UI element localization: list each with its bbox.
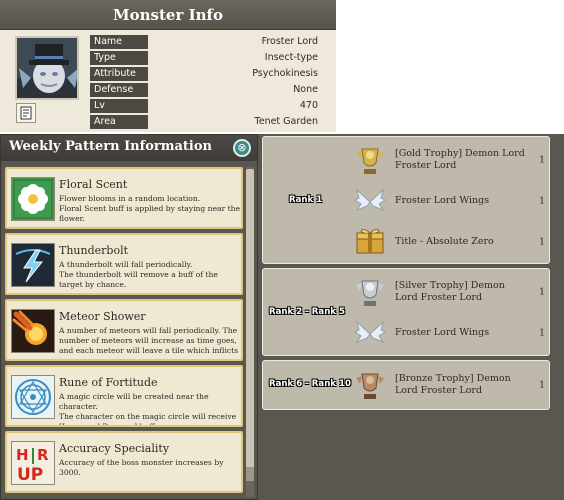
info-row-defense-type: Defense type None <box>90 83 322 109</box>
pattern-name: Meteor Shower <box>59 310 146 323</box>
pattern-item-meteor-shower[interactable]: Meteor Shower A number of meteors will f… <box>5 299 243 361</box>
pattern-description: Accuracy of the boss monster increases b… <box>59 458 224 477</box>
wings-icon <box>353 184 387 218</box>
monster-info-title: Monster Info <box>0 0 336 30</box>
reward-item[interactable]: [Silver Trophy] Demon Lord Froster Lord … <box>353 273 549 311</box>
weekly-title-bar: Weekly Pattern Information ⊗ <box>1 135 257 161</box>
info-value: 470 <box>299 100 318 111</box>
rank-group-2-5: Rank 2 - Rank 5 [Silver Trophy] Demon Lo… <box>262 268 550 356</box>
silver-trophy-icon <box>353 275 387 309</box>
rank-group-6-10: Rank 6 - Rank 10 [Bronze Trophy] Demon L… <box>262 360 550 410</box>
book-icon[interactable] <box>16 103 36 123</box>
rank-label: Rank 6 - Rank 10 <box>269 379 351 389</box>
lightning-icon <box>11 243 55 287</box>
icon-letters-up: UP <box>17 465 43 484</box>
meteor-icon <box>11 309 55 353</box>
reward-name: [Bronze Trophy] Demon Lord Froster Lord <box>395 373 511 396</box>
reward-name: [Gold Trophy] Demon Lord Froster Lord <box>395 148 525 171</box>
info-label: Defense type <box>90 83 148 109</box>
rank-group-1: Rank 1 [Gold Trophy] Demon Lord Froster … <box>262 136 550 264</box>
reward-panel: Rank 1 [Gold Trophy] Demon Lord Froster … <box>258 134 564 500</box>
hr-up-icon: H R UP <box>11 441 55 485</box>
pattern-item-floral-scent[interactable]: Floral Scent Flower blooms in a random l… <box>5 167 243 229</box>
pattern-list[interactable]: Floral Scent Flower blooms in a random l… <box>5 167 243 497</box>
info-value: Froster Lord <box>261 36 318 47</box>
reward-count: 1 <box>538 327 545 339</box>
gold-trophy-icon <box>353 143 387 177</box>
reward-item[interactable]: [Gold Trophy] Demon Lord Froster Lord 1 <box>353 141 549 179</box>
reward-name: [Silver Trophy] Demon Lord Froster Lord <box>395 280 505 303</box>
pattern-description: Flower blooms in a random location. Flor… <box>59 194 241 223</box>
bronze-trophy-icon <box>353 368 387 402</box>
gold-box-icon <box>353 225 387 259</box>
rank-label: Rank 1 <box>289 195 323 205</box>
info-row-type: Type Insect-type <box>90 51 322 66</box>
reward-item[interactable]: [Bronze Trophy] Demon Lord Froster Lord … <box>353 366 549 404</box>
reward-name: Froster Lord Wings <box>395 327 490 338</box>
pattern-scrollbar[interactable] <box>246 167 254 497</box>
reward-item[interactable]: Froster Lord Wings 1 <box>353 314 549 352</box>
flower-icon <box>11 177 55 221</box>
info-row-name: Name Froster Lord <box>90 35 322 50</box>
info-value: Psychokinesis <box>252 68 318 79</box>
rank-label: Rank 2 - Rank 5 <box>269 307 345 317</box>
scrollbar-end <box>246 467 254 481</box>
pattern-name: Floral Scent <box>59 178 128 191</box>
reward-item[interactable]: Title - Absolute Zero 1 <box>353 223 549 261</box>
reward-name: Title - Absolute Zero <box>395 236 494 247</box>
info-label: Type <box>90 51 148 65</box>
pattern-item-thunderbolt[interactable]: Thunderbolt A thunderbolt will fall peri… <box>5 233 243 295</box>
icon-letter-r: R <box>37 446 49 464</box>
info-value: Tenet Garden <box>254 116 318 127</box>
pattern-item-accuracy-speciality[interactable]: H R UP Accuracy Speciality Accuracy of t… <box>5 431 243 493</box>
reward-count: 1 <box>538 236 545 248</box>
close-icon: ⊗ <box>237 141 247 154</box>
info-label: Attribute <box>90 67 148 81</box>
info-value: Insect-type <box>264 52 318 63</box>
pattern-item-rune-of-fortitude[interactable]: Rune of Fortitude A magic circle will be… <box>5 365 243 427</box>
pattern-name: Rune of Fortitude <box>59 376 158 389</box>
pattern-description: A thunderbolt will fall periodically. Th… <box>59 260 218 289</box>
info-label: Area <box>90 115 148 129</box>
close-button[interactable]: ⊗ <box>233 139 251 157</box>
pattern-name: Accuracy Speciality <box>59 442 170 455</box>
weekly-pattern-panel: Weekly Pattern Information ⊗ Floral Scen… <box>0 134 258 500</box>
reward-count: 1 <box>538 379 545 391</box>
pattern-name: Thunderbolt <box>59 244 129 257</box>
pattern-description: A magic circle will be created near the … <box>59 392 237 427</box>
reward-name: Froster Lord Wings <box>395 195 490 206</box>
reward-count: 1 <box>538 195 545 207</box>
info-value: None <box>293 84 318 95</box>
icon-letter-h: H <box>16 446 29 464</box>
reward-count: 1 <box>538 154 545 166</box>
reward-item[interactable]: Froster Lord Wings 1 <box>353 182 549 220</box>
pattern-description: A number of meteors will fall periodical… <box>59 326 239 355</box>
info-label: Name <box>90 35 148 49</box>
info-row-attribute: Attribute Psychokinesis <box>90 67 322 82</box>
info-row-area: Area Tenet Garden <box>90 115 322 130</box>
monster-info-panel: Monster Info Name Froster Lord Type Inse… <box>0 0 336 132</box>
reward-count: 1 <box>538 286 545 298</box>
scrollbar-thumb[interactable] <box>246 169 254 469</box>
weekly-pattern-title: Weekly Pattern Information <box>9 139 212 154</box>
info-row-level: Lv 470 <box>90 99 322 114</box>
rune-icon <box>11 375 55 419</box>
info-label: Lv <box>90 99 148 113</box>
monster-portrait <box>15 36 79 100</box>
wings-icon <box>353 316 387 350</box>
